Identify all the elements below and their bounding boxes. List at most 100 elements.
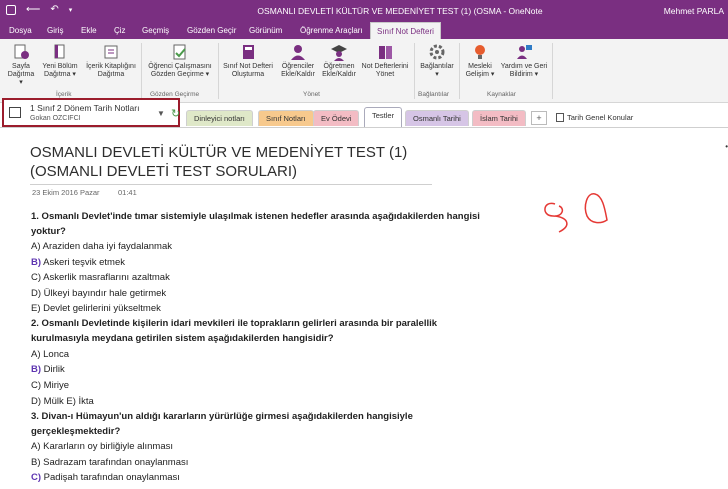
notebook-selector[interactable]: 1 Sınıf 2 Dönem Tarih Notları Gokan OZCI…: [2, 98, 180, 127]
text-line[interactable]: C) Miriye: [31, 380, 69, 391]
notebook-name: 1 Sınıf 2 Dönem Tarih Notları: [30, 103, 140, 113]
ribbon-separator: [459, 43, 460, 99]
ribbon-tabs: Dosya Giriş Ekle Çiz Geçmiş Gözden Geçir…: [0, 22, 728, 39]
onenote-logo-icon: [6, 4, 16, 15]
section-tab-ev-odevi[interactable]: Ev Ödevi: [313, 110, 360, 126]
ink-drawing[interactable]: [535, 186, 615, 246]
page-distribute-icon: [14, 44, 29, 59]
tab-ogrenme-araclari[interactable]: Öğrenme Araçları: [300, 26, 363, 35]
page-time: 01:41: [118, 188, 137, 197]
text-line-content: A) Araziden daha iyi faydalanmak: [31, 241, 172, 252]
text-line[interactable]: A) Lonca: [31, 349, 69, 360]
text-line-content: Askeri teşvik etmek: [41, 257, 125, 268]
section-tab-testler[interactable]: Testler: [364, 107, 403, 127]
section-tab-islam-tarihi[interactable]: İslam Tarihi: [472, 110, 526, 126]
yeni-bolum-dagitma-button[interactable]: Yeni Bölüm Dağıtma ▾: [39, 43, 81, 79]
answer-letter: B): [31, 257, 42, 268]
group-icerik: İçerik: [56, 91, 72, 98]
text-line[interactable]: 2. Osmanlı Devletinde kişilerin idari me…: [31, 318, 437, 329]
ogretmen-ekle-kaldir-button[interactable]: Öğretmen Ekle/Kaldır: [320, 43, 358, 79]
text-line-content: D) Mülk E) İkta: [31, 396, 94, 407]
text-line-content: 1. Osmanlı Devlet'inde tımar sistemiyle …: [31, 211, 480, 222]
text-line-content: C) Miriye: [31, 380, 69, 391]
section-group-tarih-genel-konular[interactable]: Tarih Genel Konular: [567, 113, 633, 122]
review-work-icon: [173, 44, 186, 60]
group-yonet: Yönet: [303, 91, 320, 98]
text-line[interactable]: E) Devlet gelirlerini yükseltmek: [31, 303, 161, 314]
add-section-button[interactable]: +: [531, 111, 547, 125]
tab-gecmis[interactable]: Geçmiş: [142, 26, 169, 35]
mesleki-gelisim-button[interactable]: Mesleki Gelişim ▾: [462, 43, 498, 79]
ribbon-separator: [552, 43, 553, 99]
text-line-content: kurulmasıyla meydana getirilen sistem aş…: [31, 333, 334, 344]
tab-sinif-not-defteri[interactable]: Sınıf Not Defteri: [370, 22, 441, 39]
group-kaynaklar: Kaynaklar: [487, 91, 516, 98]
text-line-content: 2. Osmanlı Devletinde kişilerin idari me…: [31, 318, 438, 329]
text-line[interactable]: C) Padişah tarafından onaylanması: [31, 472, 180, 483]
text-line[interactable]: 3. Divan-ı Hümayun'un aldığı kararların …: [31, 411, 413, 422]
page-title[interactable]: OSMANLI DEVLETİ KÜLTÜR VE MEDENİYET TEST…: [30, 144, 407, 161]
sinif-not-defteri-olusturma-button[interactable]: Sınıf Not Defteri Oluşturma: [220, 43, 276, 79]
text-line[interactable]: 1. Osmanlı Devlet'inde tımar sistemiyle …: [31, 211, 480, 222]
page-date: 23 Ekim 2016 Pazar: [32, 188, 100, 197]
text-line-content: Padişah tarafından onaylanması: [41, 472, 180, 483]
sync-icon[interactable]: ↻: [171, 107, 180, 120]
tab-dosya[interactable]: Dosya: [9, 26, 32, 35]
sayfa-dagitma-button[interactable]: Sayfa Dağıtma ▾: [6, 43, 36, 87]
quick-access-dropdown-icon[interactable]: ▾: [69, 6, 73, 14]
title-underline: [30, 184, 432, 185]
text-line-content: D) Ülkeyi bayındır hale getirmek: [31, 288, 167, 299]
ogrenciler-ekle-kaldir-button[interactable]: Öğrenciler Ekle/Kaldır: [277, 43, 319, 79]
tab-ekle[interactable]: Ekle: [81, 26, 97, 35]
teacher-icon: [331, 45, 347, 61]
chevron-down-icon[interactable]: ▼: [157, 109, 165, 118]
window-title: OSMANLI DEVLETİ KÜLTÜR VE MEDENİYET TEST…: [257, 6, 543, 16]
ribbon-separator: [141, 43, 142, 99]
text-line[interactable]: yoktur?: [31, 226, 66, 237]
group-gozden-gecirme: Gözden Geçirme: [150, 91, 200, 98]
tab-gorunum[interactable]: Görünüm: [249, 26, 282, 35]
gear-icon: [429, 44, 445, 60]
baglantilar-button[interactable]: Bağlantılar ▾: [418, 43, 456, 79]
text-line-content: E) Devlet gelirlerini yükseltmek: [31, 303, 161, 314]
page-subtitle[interactable]: (OSMANLI DEVLETİ TEST SORULARI): [30, 163, 297, 180]
user-name[interactable]: Mehmet PARLA: [664, 6, 724, 16]
text-line[interactable]: D) Ülkeyi bayındır hale getirmek: [31, 288, 166, 299]
tab-giris[interactable]: Giriş: [47, 26, 63, 35]
ogrenci-calismasini-gozden-gecirme-button[interactable]: Öğrenci Çalışmasını Gözden Geçirme ▾: [145, 43, 215, 79]
title-bar: ⟵ ↶ ▾ OSMANLI DEVLETİ KÜLTÜR VE MEDENİYE…: [0, 0, 728, 22]
text-line[interactable]: C) Askerlik masraflarını azaltmak: [31, 272, 170, 283]
ribbon: Sayfa Dağıtma ▾ Yeni Bölüm Dağıtma ▾ İçeri…: [0, 39, 728, 103]
undo-icon[interactable]: ↶: [50, 4, 58, 15]
text-line[interactable]: gerçekleşmektedir?: [31, 426, 120, 437]
notebook-owner: Gokan OZCIFCI: [30, 115, 81, 122]
students-icon: [291, 45, 305, 60]
text-line[interactable]: B) Sadrazam tarafından onaylanması: [31, 457, 188, 468]
text-line-content: Dirlik: [41, 364, 65, 375]
create-notebook-icon: [243, 45, 254, 59]
help-feedback-icon: [517, 45, 532, 59]
section-group-icon: [556, 113, 564, 122]
not-defterlerini-yonet-button[interactable]: Not Defterlerini Yönet: [358, 43, 412, 79]
answer-letter: B): [31, 364, 42, 375]
icerik-kitapligini-dagitma-button[interactable]: İçerik Kitaplığını Dağıtma: [84, 43, 138, 79]
text-line[interactable]: D) Mülk E) İkta: [31, 396, 94, 407]
section-tab-dinleyici-notlari[interactable]: Dinleyici notları: [186, 110, 253, 126]
notebook-icon: [9, 107, 21, 118]
back-icon[interactable]: ⟵: [26, 4, 40, 15]
tab-ciz[interactable]: Çiz: [114, 26, 126, 35]
text-line-content: gerçekleşmektedir?: [31, 426, 121, 437]
text-line[interactable]: kurulmasıyla meydana getirilen sistem aş…: [31, 333, 334, 344]
section-tab-osmanli-tarihi[interactable]: Osmanlı Tarihi: [405, 110, 469, 126]
text-line[interactable]: B) Dirlik: [31, 364, 65, 375]
content-library-icon: [104, 45, 118, 59]
answer-letter: C): [31, 472, 42, 483]
tab-gozden-gecir[interactable]: Gözden Geçir: [187, 26, 236, 35]
text-line-content: A) Lonca: [31, 349, 70, 360]
text-line[interactable]: A) Araziden daha iyi faydalanmak: [31, 241, 172, 252]
ribbon-separator: [218, 43, 219, 99]
section-tab-sinif-notlari[interactable]: Sınıf Notları: [258, 110, 314, 126]
text-line[interactable]: A) Kararların oy birliğiyle alınması: [31, 441, 173, 452]
text-line[interactable]: B) Askeri teşvik etmek: [31, 257, 125, 268]
yardim-ve-geri-bildirim-button[interactable]: Yardım ve Geri Bildirim ▾: [498, 43, 550, 79]
